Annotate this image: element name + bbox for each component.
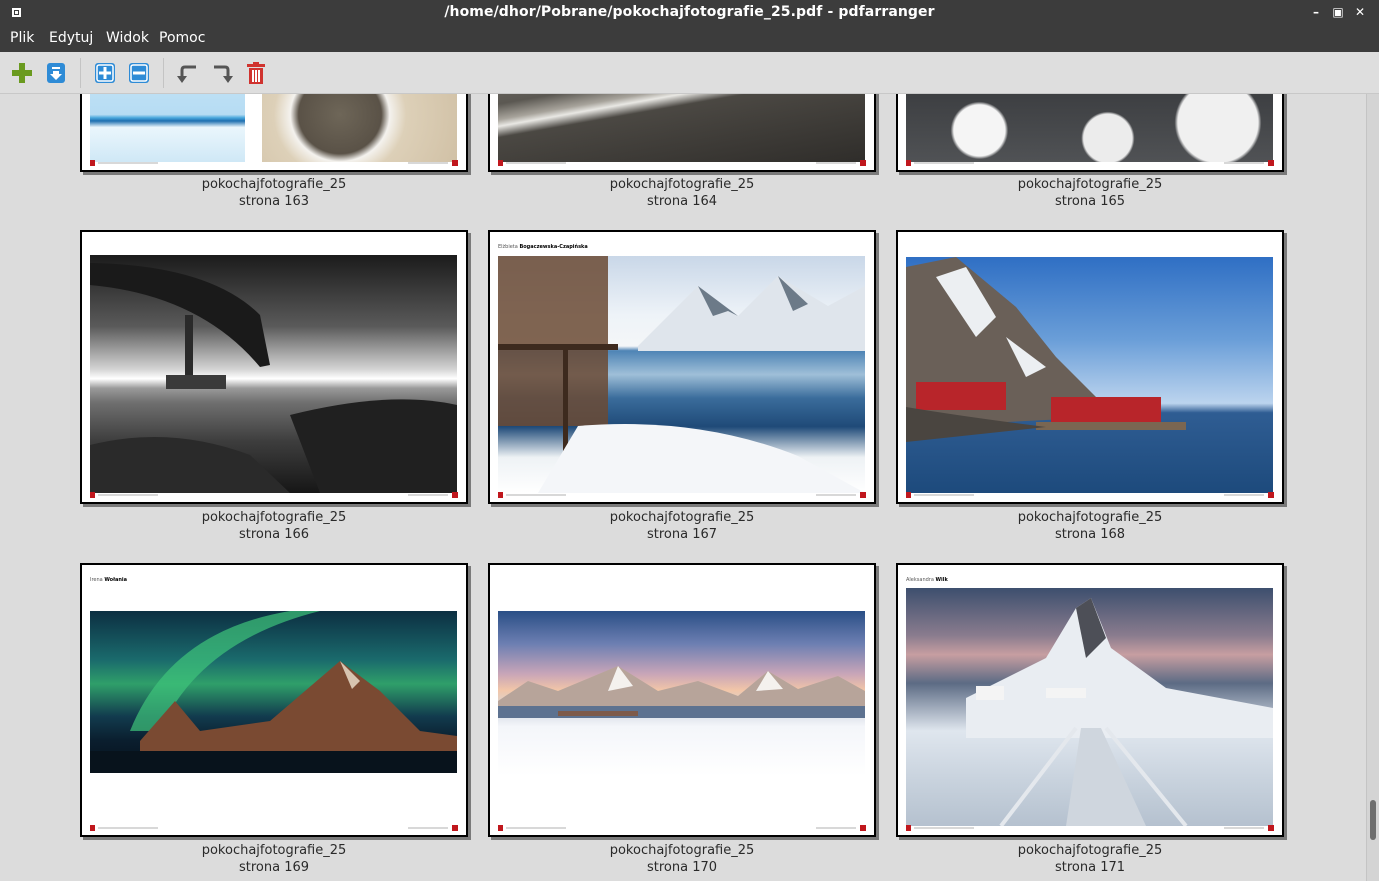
toolbar-separator	[80, 58, 81, 88]
menu-bar: Plik Edytuj Widok Pomoc	[0, 25, 1379, 52]
page-thumbnail[interactable]: Irena Wołania	[80, 563, 468, 837]
page-caption: pokochajfotografie_25 strona 166	[80, 509, 468, 543]
page-number: strona 169	[238, 860, 310, 875]
page-caption: pokochajfotografie_25 strona 171	[896, 842, 1284, 876]
page-thumbnail[interactable]: Aleksandra Wilk	[896, 563, 1284, 837]
menu-edytuj[interactable]: Edytuj	[49, 30, 93, 46]
close-icon[interactable]: ✕	[1352, 4, 1368, 20]
menu-widok[interactable]: Widok	[106, 30, 149, 46]
window-title: /home/dhor/Pobrane/pokochajfotografie_25…	[444, 4, 935, 20]
aurora-image	[90, 611, 457, 773]
minimize-icon[interactable]: –	[1308, 4, 1324, 20]
page-caption: pokochajfotografie_25 strona 163	[80, 176, 468, 210]
page-filename: pokochajfotografie_25	[201, 510, 347, 525]
page-thumbnail[interactable]	[896, 230, 1284, 504]
page-number: strona 167	[646, 527, 718, 542]
page-number: strona 163	[238, 194, 310, 209]
menu-pomoc[interactable]: Pomoc	[159, 30, 205, 46]
vertical-scrollbar[interactable]	[1366, 94, 1379, 881]
page-caption: pokochajfotografie_25 strona 164	[488, 176, 876, 210]
toolbar	[0, 52, 1379, 94]
toolbar-separator	[163, 58, 164, 88]
page-filename: pokochajfotografie_25	[1017, 177, 1163, 192]
fjord-image	[498, 256, 865, 493]
page-caption: pokochajfotografie_25 strona 165	[896, 176, 1284, 210]
page-filename: pokochajfotografie_25	[201, 177, 347, 192]
page-filename: pokochajfotografie_25	[201, 843, 347, 858]
page-filename: pokochajfotografie_25	[1017, 843, 1163, 858]
page-number: strona 170	[646, 860, 718, 875]
page-thumbnail[interactable]: Elżbieta Bogaczewska-Czapińska	[488, 230, 876, 504]
page-thumbnail[interactable]	[488, 563, 876, 837]
menu-plik[interactable]: Plik	[10, 30, 34, 46]
page-number: strona 171	[1054, 860, 1126, 875]
photo-author: Aleksandra Wilk	[906, 577, 948, 583]
page-thumbnail[interactable]	[80, 230, 468, 504]
page-filename: pokochajfotografie_25	[609, 177, 755, 192]
export-icon[interactable]	[44, 61, 68, 85]
page-number: strona 165	[1054, 194, 1126, 209]
rotate-right-icon[interactable]	[210, 61, 234, 85]
page-thumbnail[interactable]	[896, 94, 1284, 172]
maximize-icon[interactable]: ▣	[1330, 4, 1346, 20]
page-thumbnail[interactable]	[488, 94, 876, 172]
zoom-out-icon[interactable]	[127, 61, 151, 85]
boardwalk-image	[966, 598, 1273, 826]
page-grid[interactable]: pokochajfotografie_25 strona 163 pokocha…	[0, 94, 1366, 881]
add-icon[interactable]	[10, 61, 34, 85]
page-thumbnail[interactable]	[80, 94, 468, 172]
page-caption: pokochajfotografie_25 strona 170	[488, 842, 876, 876]
bridge-image	[90, 263, 457, 493]
page-number: strona 168	[1054, 527, 1126, 542]
page-filename: pokochajfotografie_25	[609, 843, 755, 858]
scrollbar-thumb[interactable]	[1370, 800, 1376, 840]
page-filename: pokochajfotografie_25	[1017, 510, 1163, 525]
page-number: strona 164	[646, 194, 718, 209]
village-image	[906, 257, 1186, 442]
page-caption: pokochajfotografie_25 strona 168	[896, 509, 1284, 543]
rotate-left-icon[interactable]	[176, 61, 200, 85]
title-bar: /home/dhor/Pobrane/pokochajfotografie_25…	[0, 0, 1379, 25]
page-number: strona 166	[238, 527, 310, 542]
photo-author: Elżbieta Bogaczewska-Czapińska	[498, 244, 588, 250]
panorama-image	[498, 666, 865, 718]
page-caption: pokochajfotografie_25 strona 169	[80, 842, 468, 876]
page-caption: pokochajfotografie_25 strona 167	[488, 509, 876, 543]
page-filename: pokochajfotografie_25	[609, 510, 755, 525]
zoom-in-icon[interactable]	[93, 61, 117, 85]
photo-author: Irena Wołania	[90, 577, 127, 583]
delete-icon[interactable]	[244, 61, 268, 85]
